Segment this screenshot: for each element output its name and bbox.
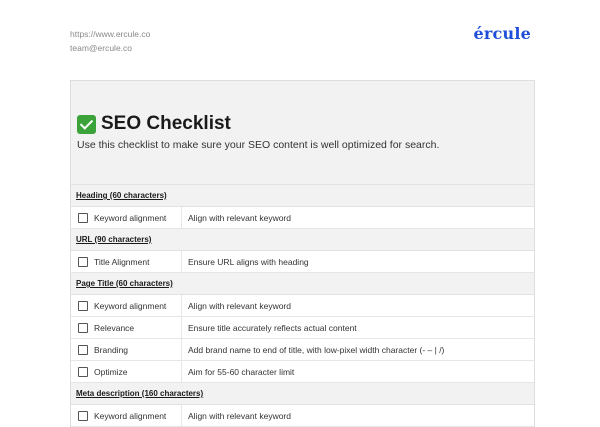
checklist-row: Keyword alignment Align with relevant ke… [71,405,534,427]
section-meta-description: Meta description (160 characters) [71,383,534,405]
page-subtitle: Use this checklist to make sure your SEO… [77,139,440,151]
checkbox[interactable] [78,322,88,333]
item-label: Title Alignment [94,256,150,267]
checkbox-cell[interactable]: Branding [71,339,182,360]
checklist-row: Keyword alignment Align with relevant ke… [71,207,534,229]
page-title: SEO Checklist [101,113,231,134]
item-label: Optimize [94,366,128,377]
ercule-logo: ércule [473,24,531,43]
item-label: Keyword alignment [94,300,167,311]
item-label: Branding [94,344,129,355]
white-check-mark-icon [77,114,96,134]
checklist-row: Keyword alignment Align with relevant ke… [71,295,534,317]
contact-info: https://www.ercule.co team@ercule.co [70,27,150,55]
checkbox[interactable] [78,256,88,267]
checkbox-cell[interactable]: Keyword alignment [71,207,182,228]
checkbox-cell[interactable]: Relevance [71,317,182,338]
checklist-row: Title Alignment Ensure URL aligns with h… [71,251,534,273]
checklist-sheet: SEO Checklist Use this checklist to make… [70,80,535,427]
section-title: Page Title (60 characters) [76,279,173,288]
checkbox-cell[interactable]: Title Alignment [71,251,182,272]
item-label: Relevance [94,322,135,333]
checklist-row: Optimize Aim for 55-60 character limit [71,361,534,383]
section-title: URL (90 characters) [76,235,152,244]
checklist-row: Relevance Ensure title accurately reflec… [71,317,534,339]
item-label: Keyword alignment [94,410,167,421]
checkbox-cell[interactable]: Keyword alignment [71,405,182,426]
item-description: Ensure URL aligns with heading [188,256,309,267]
checklist-row: Branding Add brand name to end of title,… [71,339,534,361]
checkbox[interactable] [78,410,88,421]
section-title: Heading (60 characters) [76,191,167,200]
item-description: Add brand name to end of title, with low… [188,344,445,355]
checkbox[interactable] [78,300,88,311]
section-url: URL (90 characters) [71,229,534,251]
checkbox[interactable] [78,366,88,377]
checkbox[interactable] [78,212,88,223]
hero-header: SEO Checklist Use this checklist to make… [71,81,534,185]
checkbox-cell[interactable]: Optimize [71,361,182,382]
section-title: Meta description (160 characters) [76,389,204,398]
item-description: Align with relevant keyword [188,212,291,223]
email-link[interactable]: team@ercule.co [70,41,150,55]
checkbox[interactable] [78,344,88,355]
item-label: Keyword alignment [94,212,167,223]
item-description: Aim for 55-60 character limit [188,366,295,377]
item-description: Ensure title accurately reflects actual … [188,322,357,333]
website-link[interactable]: https://www.ercule.co [70,27,150,41]
checkbox-cell[interactable]: Keyword alignment [71,295,182,316]
section-page-title: Page Title (60 characters) [71,273,534,295]
section-heading: Heading (60 characters) [71,185,534,207]
item-description: Align with relevant keyword [188,300,291,311]
item-description: Align with relevant keyword [188,410,291,421]
